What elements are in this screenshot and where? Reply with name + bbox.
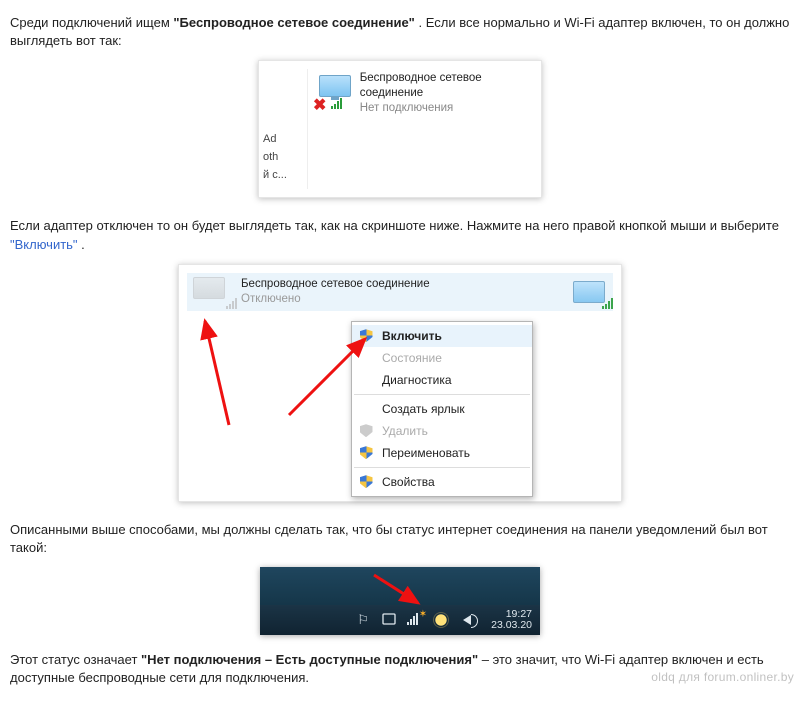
shield-icon [358, 474, 374, 490]
adapter-icon: ✖ [315, 71, 352, 111]
adapter-status: Нет подключения [360, 101, 533, 116]
adapter-title: Беспроводное сетевое соединение [360, 71, 533, 101]
adapter-panel-disabled: Беспроводное сетевое соединение Отключен… [178, 264, 622, 502]
figure-1-container: Ad oth й с... ✖ Беспроводное сетевое сое… [10, 60, 790, 201]
shield-icon [358, 328, 374, 344]
paragraph-1: Среди подключений ищем "Беспроводное сет… [10, 14, 790, 50]
adapter-icon-gray [193, 277, 233, 307]
paragraph-2: Если адаптер отключен то он будет выгляд… [10, 217, 790, 253]
menu-item-diagnostics[interactable]: Диагностика [352, 369, 532, 391]
power-sun-tray-icon[interactable] [433, 612, 449, 628]
tray-clock[interactable]: 19:27 23.03.20 [491, 609, 532, 632]
enable-link[interactable]: "Включить" [10, 237, 78, 252]
menu-item-delete: Удалить [352, 420, 532, 442]
shield-icon [358, 445, 374, 461]
context-menu: Включить Состояние Диагностика Создать я… [351, 321, 533, 497]
volume-tray-icon[interactable] [459, 612, 475, 628]
bold-phrase-1: "Беспроводное сетевое соединение" [173, 15, 414, 30]
figure-2-container: Беспроводное сетевое соединение Отключен… [10, 264, 790, 505]
disconnected-x-icon: ✖ [313, 95, 326, 115]
menu-item-properties[interactable]: Свойства [352, 471, 532, 493]
figure-3-container: ⚐ ✶ 19:27 23.03.20 [10, 567, 790, 635]
flag-tray-icon[interactable]: ⚐ [355, 612, 371, 628]
menu-item-rename[interactable]: Переименовать [352, 442, 532, 464]
paragraph-4: Этот статус означает "Нет подключения – … [10, 651, 790, 687]
annotation-arrow-icon [370, 571, 430, 607]
cropped-left-column: Ad oth й с... [263, 61, 303, 197]
wireless-adapter-item[interactable]: ✖ Беспроводное сетевое соединение Нет по… [315, 71, 533, 116]
network-tray-icon[interactable]: ✶ [407, 612, 423, 628]
menu-item-shortcut[interactable]: Создать ярлык [352, 398, 532, 420]
bold-phrase-2: "Нет подключения – Есть доступные подклю… [141, 652, 478, 667]
adapter-panel-enabled: Ad oth й с... ✖ Беспроводное сетевое сое… [258, 60, 542, 198]
wireless-adapter-item-disabled[interactable]: Беспроводное сетевое соединение Отключен… [187, 273, 613, 311]
second-adapter-icon[interactable] [569, 277, 609, 307]
signal-bars-icon [331, 97, 342, 109]
paragraph-3: Описанными выше способами, мы должны сде… [10, 521, 790, 557]
taskbar-screenshot: ⚐ ✶ 19:27 23.03.20 [260, 567, 540, 635]
menu-item-enable[interactable]: Включить [352, 325, 532, 347]
menu-item-status: Состояние [352, 347, 532, 369]
shield-icon-gray [358, 423, 374, 439]
action-center-tray-icon[interactable] [381, 612, 397, 628]
